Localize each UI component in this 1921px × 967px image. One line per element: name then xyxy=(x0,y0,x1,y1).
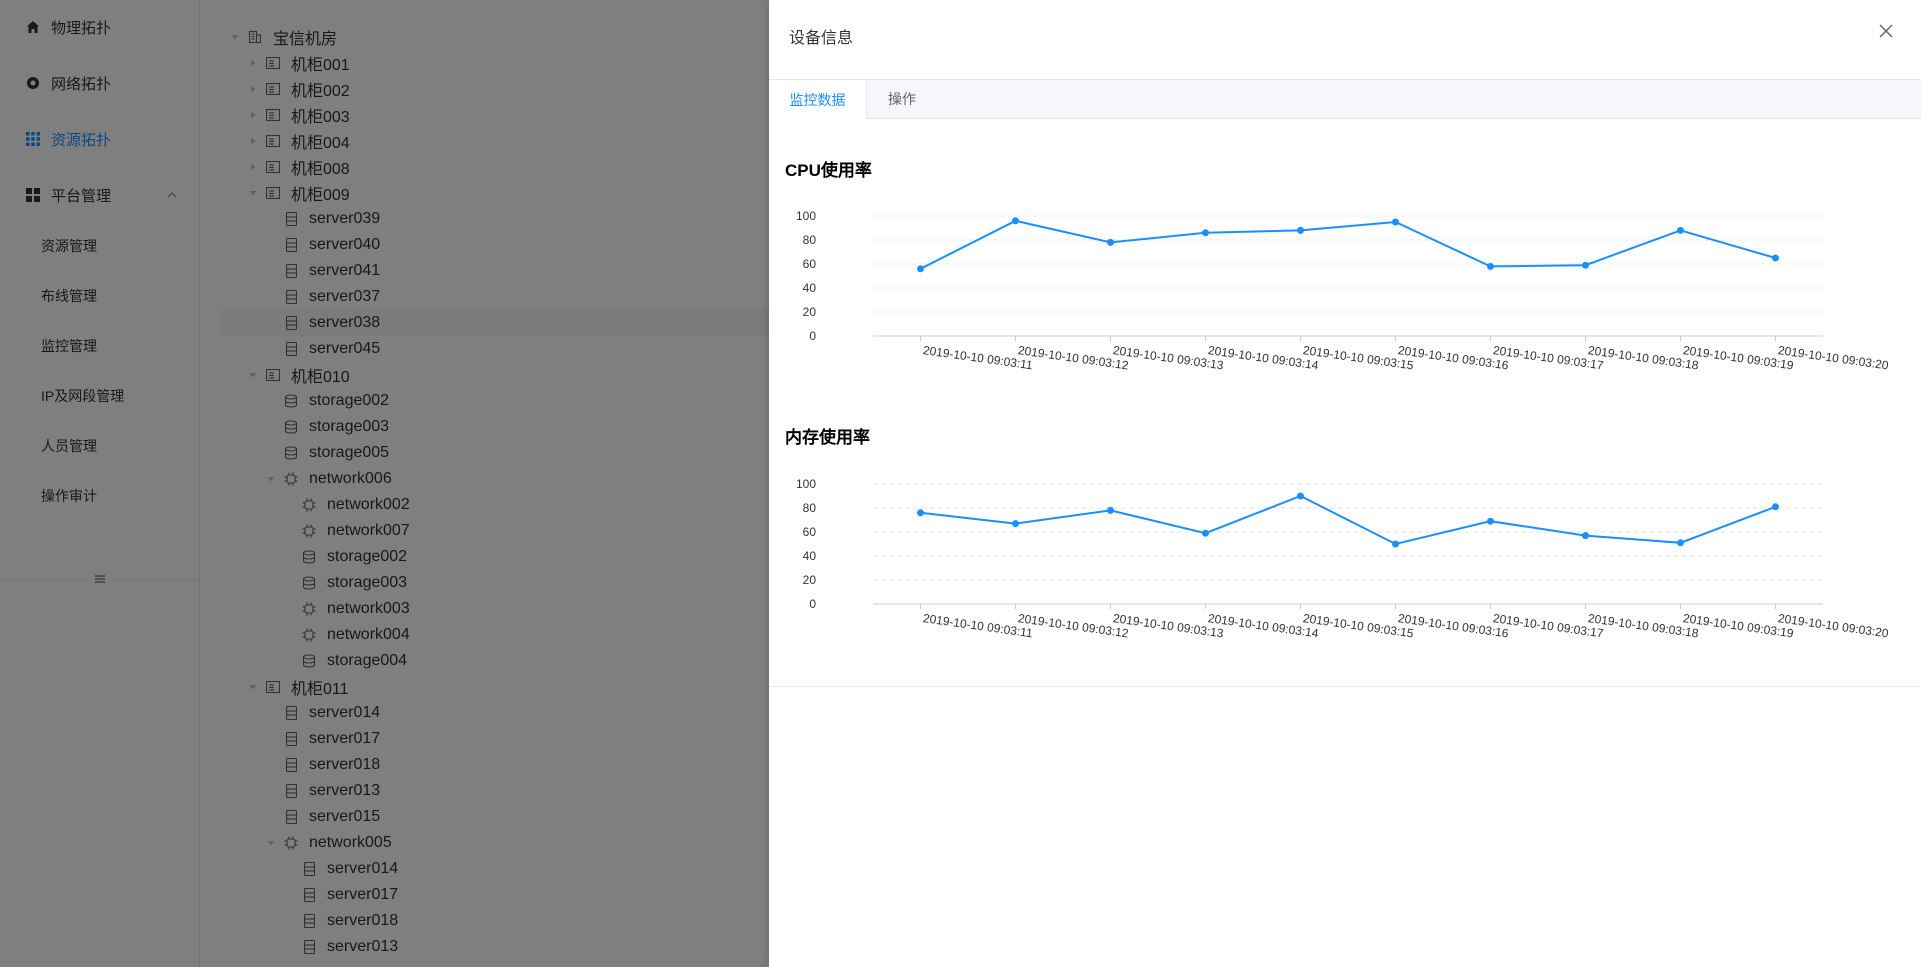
data-point xyxy=(1392,218,1399,226)
x-tick-label: 2019-10-10 09:03:11 xyxy=(922,343,1034,372)
data-point xyxy=(1677,539,1684,547)
y-tick-label: 0 xyxy=(809,329,816,343)
data-point xyxy=(1297,492,1304,500)
drawer-title: 设备信息 xyxy=(789,30,854,47)
data-point xyxy=(1107,238,1114,246)
modal-mask[interactable] xyxy=(0,0,770,967)
tab-bar: 监控数据 操作 xyxy=(769,79,1921,119)
cpu-chart-title: CPU使用率 xyxy=(785,161,872,180)
y-tick-label: 0 xyxy=(809,597,816,611)
series-line xyxy=(920,494,1776,546)
memory-usage-chart: 0 20 40 60 80 100 2019-10-10 09:03:11 2019-10-1… xyxy=(796,477,1890,641)
close-button[interactable] xyxy=(1875,22,1897,44)
device-info-drawer: 设备信息 监控数据 操作 CPU使用率 0 20 40 60 80 100 2019-10-… xyxy=(769,0,1921,967)
close-icon xyxy=(1879,24,1893,43)
data-point xyxy=(1487,517,1494,525)
y-tick-label: 80 xyxy=(803,233,817,247)
data-point xyxy=(1582,532,1589,540)
data-point xyxy=(1012,217,1019,225)
y-tick-label: 60 xyxy=(803,525,817,539)
y-tick-label: 40 xyxy=(803,549,817,563)
data-point xyxy=(1677,226,1684,234)
x-tick-label: 2019-10-10 09:03:20 xyxy=(1777,343,1890,372)
y-tick-label: 20 xyxy=(803,573,817,587)
y-tick-label: 100 xyxy=(796,209,816,223)
data-point xyxy=(1202,229,1209,237)
data-point xyxy=(1772,503,1779,511)
data-point xyxy=(1772,254,1779,262)
y-tick-label: 100 xyxy=(796,477,816,491)
y-tick-label: 60 xyxy=(803,257,817,271)
data-point xyxy=(1582,261,1589,269)
x-tick-label: 2019-10-10 09:03:20 xyxy=(1777,611,1890,640)
tab-monitor-data[interactable]: 监控数据 xyxy=(769,79,867,119)
memory-chart-title: 内存使用率 xyxy=(785,428,870,447)
data-point xyxy=(917,265,924,273)
data-point xyxy=(1012,520,1019,528)
data-point xyxy=(1487,262,1494,270)
series-line xyxy=(920,219,1776,270)
y-tick-label: 80 xyxy=(803,501,817,515)
data-point xyxy=(1107,506,1114,514)
x-tick-label: 2019-10-10 09:03:11 xyxy=(922,611,1034,640)
data-point xyxy=(1392,540,1399,548)
y-tick-label: 40 xyxy=(803,281,817,295)
y-tick-label: 20 xyxy=(803,305,817,319)
cpu-usage-chart: 0 20 40 60 80 100 2019-10-10 09:03:11 2019-10-1… xyxy=(796,209,1890,373)
data-point xyxy=(1297,226,1304,234)
content-bottom-border xyxy=(769,686,1921,687)
data-point xyxy=(1202,529,1209,537)
tab-operations[interactable]: 操作 xyxy=(867,79,937,119)
data-point xyxy=(917,509,924,517)
